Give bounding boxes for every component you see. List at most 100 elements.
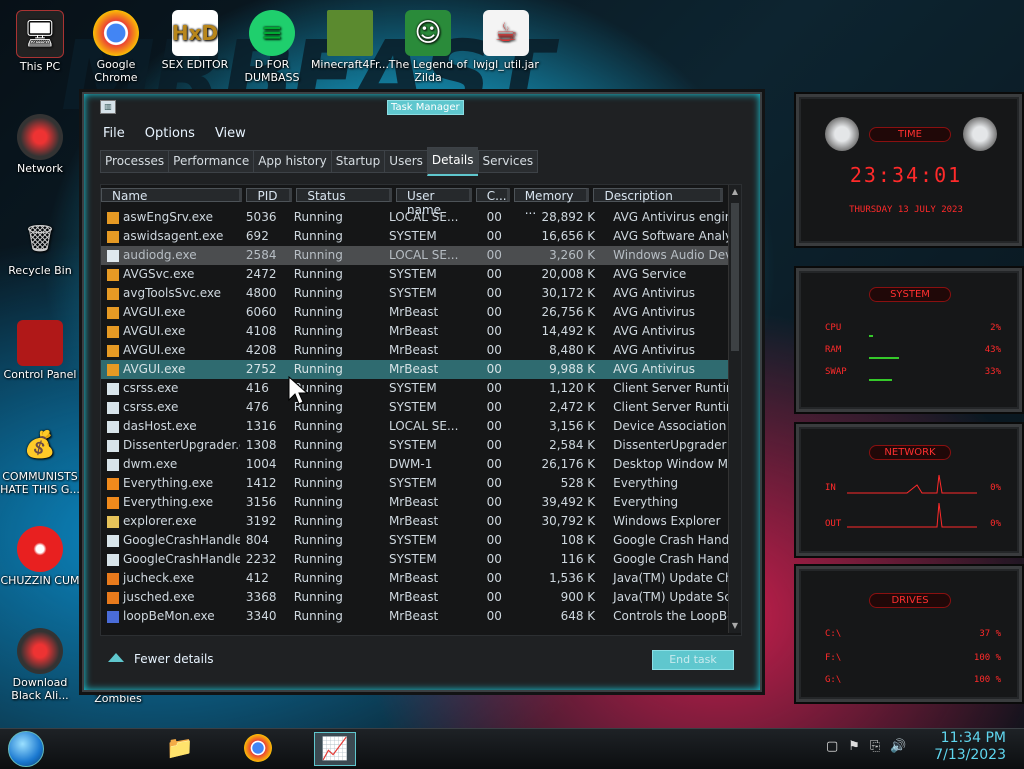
desktop-icon-sex-editor[interactable]: HxD SEX EDITOR: [155, 10, 235, 71]
table-row[interactable]: dasHost.exe 1316 Running LOCAL SE... 00 3,156…: [101, 417, 729, 436]
desktop-icon-control-panel[interactable]: Control Panel: [0, 320, 80, 381]
tab-processes[interactable]: Processes: [100, 150, 169, 173]
flag-icon[interactable]: ⚑: [848, 739, 860, 754]
table-row[interactable]: dwm.exe 1004 Running DWM-1 00 26,176 K Desktop…: [101, 455, 729, 474]
process-status-cell: Running: [293, 248, 343, 262]
alien-head-icon: [825, 117, 859, 151]
scroll-down-icon[interactable]: ▼: [730, 621, 740, 631]
table-row[interactable]: aswidsagent.exe 692 Running SYSTEM 00 16,656 …: [101, 227, 729, 246]
game-character-icon: ☺: [405, 10, 451, 56]
tab-services[interactable]: Services: [477, 150, 539, 173]
table-row[interactable]: explorer.exe 3192 Running MrBeast 00 30,792 K…: [101, 512, 729, 531]
taskbar-chrome[interactable]: [238, 732, 278, 764]
network-tray-icon[interactable]: ⎘: [870, 739, 880, 754]
desktop-icon-legend-of-zilda[interactable]: ☺ The Legend of Zilda: [388, 10, 468, 84]
table-row[interactable]: AVGUI.exe 4208 Running MrBeast 00 8,480 K AVG …: [101, 341, 729, 360]
time-gadget: TIME 23:34:01 THURSDAY 13 JULY 2023: [796, 94, 1022, 246]
process-icon: [107, 553, 119, 566]
taskbar-file-explorer[interactable]: 📁: [160, 732, 200, 764]
table-row[interactable]: AVGUI.exe 2752 Running MrBeast 00 9,988 K AVG …: [101, 360, 729, 379]
taskbar-task-manager[interactable]: 📈: [314, 732, 356, 766]
process-desc-cell: AVG Software Analyz...: [613, 229, 729, 243]
process-name-cell: AVGUI.exe: [101, 360, 240, 379]
tab-details[interactable]: Details: [426, 147, 478, 176]
table-row[interactable]: jucheck.exe 412 Running MrBeast 00 1,536 K Jav…: [101, 569, 729, 588]
process-cpu-cell: 00: [486, 362, 502, 376]
money-bag-icon: 💰: [23, 429, 57, 460]
desktop-icon-d-for-dumbass[interactable]: ≡ D FOR DUMBASS: [232, 10, 312, 84]
process-desc-cell: Windows Explorer: [613, 514, 721, 528]
table-row[interactable]: GoogleCrashHandler... 804 Running SYSTEM 00 1…: [101, 531, 729, 550]
process-user-cell: SYSTEM: [388, 438, 437, 452]
table-row[interactable]: loopBeMon.exe 3340 Running MrBeast 00 648 K Co…: [101, 607, 729, 626]
desktop-icon-zombies[interactable]: Zombies: [78, 692, 158, 705]
scrollbar-thumb[interactable]: [731, 203, 739, 351]
process-pid-cell: 1308: [245, 438, 277, 452]
column-header-cpu[interactable]: C...: [475, 188, 510, 203]
volume-icon[interactable]: 🔊: [890, 739, 906, 754]
process-pid-cell: 2472: [245, 267, 277, 281]
column-header-pid[interactable]: PID: [246, 188, 293, 203]
table-row[interactable]: aswEngSrv.exe 5036 Running LOCAL SE... 00 28,…: [101, 208, 729, 227]
desktop-icon-chuzzin-cum[interactable]: CHUZZIN CUM: [0, 526, 80, 587]
desktop-icon-this-pc[interactable]: 🖥 This PC: [0, 10, 80, 73]
menu-options[interactable]: Options: [142, 124, 198, 146]
table-row[interactable]: Everything.exe 1412 Running SYSTEM 00 528 K Ev…: [101, 474, 729, 493]
process-user-cell: SYSTEM: [388, 286, 437, 300]
process-name-cell: avgToolsSvc.exe: [101, 284, 240, 303]
tab-performance[interactable]: Performance: [168, 150, 254, 173]
table-row[interactable]: GoogleCrashHandler... 2232 Running SYSTEM 00…: [101, 550, 729, 569]
table-row[interactable]: AVGSvc.exe 2472 Running SYSTEM 00 20,008 K AVG…: [101, 265, 729, 284]
table-row[interactable]: Everything.exe 3156 Running MrBeast 00 39,492…: [101, 493, 729, 512]
table-row[interactable]: csrss.exe 476 Running SYSTEM 00 2,472 K Client…: [101, 398, 729, 417]
process-status-cell: Running: [293, 286, 343, 300]
process-cpu-cell: 00: [486, 210, 502, 224]
menu-bar: File Options View: [100, 124, 249, 146]
desktop-icon-network[interactable]: Network: [0, 114, 80, 175]
menu-file[interactable]: File: [100, 124, 128, 146]
end-task-button[interactable]: End task: [652, 650, 734, 670]
title-bar[interactable]: ▥ Task Manager: [84, 94, 760, 116]
table-header: Name PID Status User name C... Memory ..…: [101, 188, 727, 217]
table-row[interactable]: AVGUI.exe 4108 Running MrBeast 00 14,492 K AVG…: [101, 322, 729, 341]
column-header-description[interactable]: Description: [593, 188, 723, 203]
scroll-up-icon[interactable]: ▲: [730, 187, 740, 197]
table-row[interactable]: AVGUI.exe 6060 Running MrBeast 00 26,756 K AVG…: [101, 303, 729, 322]
process-name-cell: DissenterUpgrader.exe: [101, 436, 240, 455]
table-row[interactable]: csrss.exe 416 Running SYSTEM 00 1,120 K Client…: [101, 379, 729, 398]
desktop-icon-recycle-bin[interactable]: 🗑 Recycle Bin: [0, 216, 80, 278]
tab-users[interactable]: Users: [384, 150, 427, 173]
column-header-memory[interactable]: Memory ...: [513, 188, 590, 217]
menu-view[interactable]: View: [212, 124, 249, 146]
desktop-icon-communists[interactable]: 💰 COMMUNISTS HATE THIS G...: [0, 422, 80, 497]
desktop-icon-minecraft[interactable]: Minecraft4Fr...: [310, 10, 390, 71]
process-status-cell: Running: [293, 495, 343, 509]
process-desc-cell: Google Crash Handler: [613, 533, 729, 547]
tab-app-history[interactable]: App history: [253, 150, 331, 173]
process-user-cell: LOCAL SE...: [388, 248, 459, 262]
desktop-icon-lwjgl-jar[interactable]: ☕ lwjgl_util.jar: [466, 10, 546, 71]
process-desc-cell: Everything: [613, 495, 679, 509]
tab-startup[interactable]: Startup: [330, 150, 385, 173]
table-row[interactable]: jusched.exe 3368 Running MrBeast 00 900 K Java…: [101, 588, 729, 607]
chrome-icon: [244, 734, 272, 762]
start-button[interactable]: [8, 731, 44, 767]
vertical-scrollbar[interactable]: ▲ ▼: [728, 185, 741, 633]
mouse-cursor-icon: [288, 376, 308, 405]
process-desc-cell: Device Association F...: [613, 419, 729, 433]
fewer-details-button[interactable]: Fewer details: [108, 652, 214, 666]
process-cpu-cell: 00: [486, 286, 502, 300]
table-row[interactable]: avgToolsSvc.exe 4800 Running SYSTEM 00 30,172…: [101, 284, 729, 303]
process-status-cell: Running: [293, 419, 343, 433]
taskbar-clock[interactable]: 11:34 PM 7/13/2023: [934, 730, 1006, 764]
process-icon: [107, 439, 119, 452]
desktop-icon-download-black-alien[interactable]: Download Black Ali...: [0, 628, 80, 702]
process-user-cell: MrBeast: [388, 343, 439, 357]
desktop-icon-chrome[interactable]: Google Chrome: [76, 10, 156, 84]
table-row[interactable]: DissenterUpgrader.exe 1308 Running SYSTEM 00…: [101, 436, 729, 455]
column-header-user[interactable]: User name: [396, 188, 472, 217]
show-desktop-icon[interactable]: ▢: [826, 739, 838, 754]
column-header-status[interactable]: Status: [296, 188, 393, 203]
table-row[interactable]: audiodg.exe 2584 Running LOCAL SE... 00 3,260…: [101, 246, 729, 265]
column-header-name[interactable]: Name: [101, 188, 243, 203]
